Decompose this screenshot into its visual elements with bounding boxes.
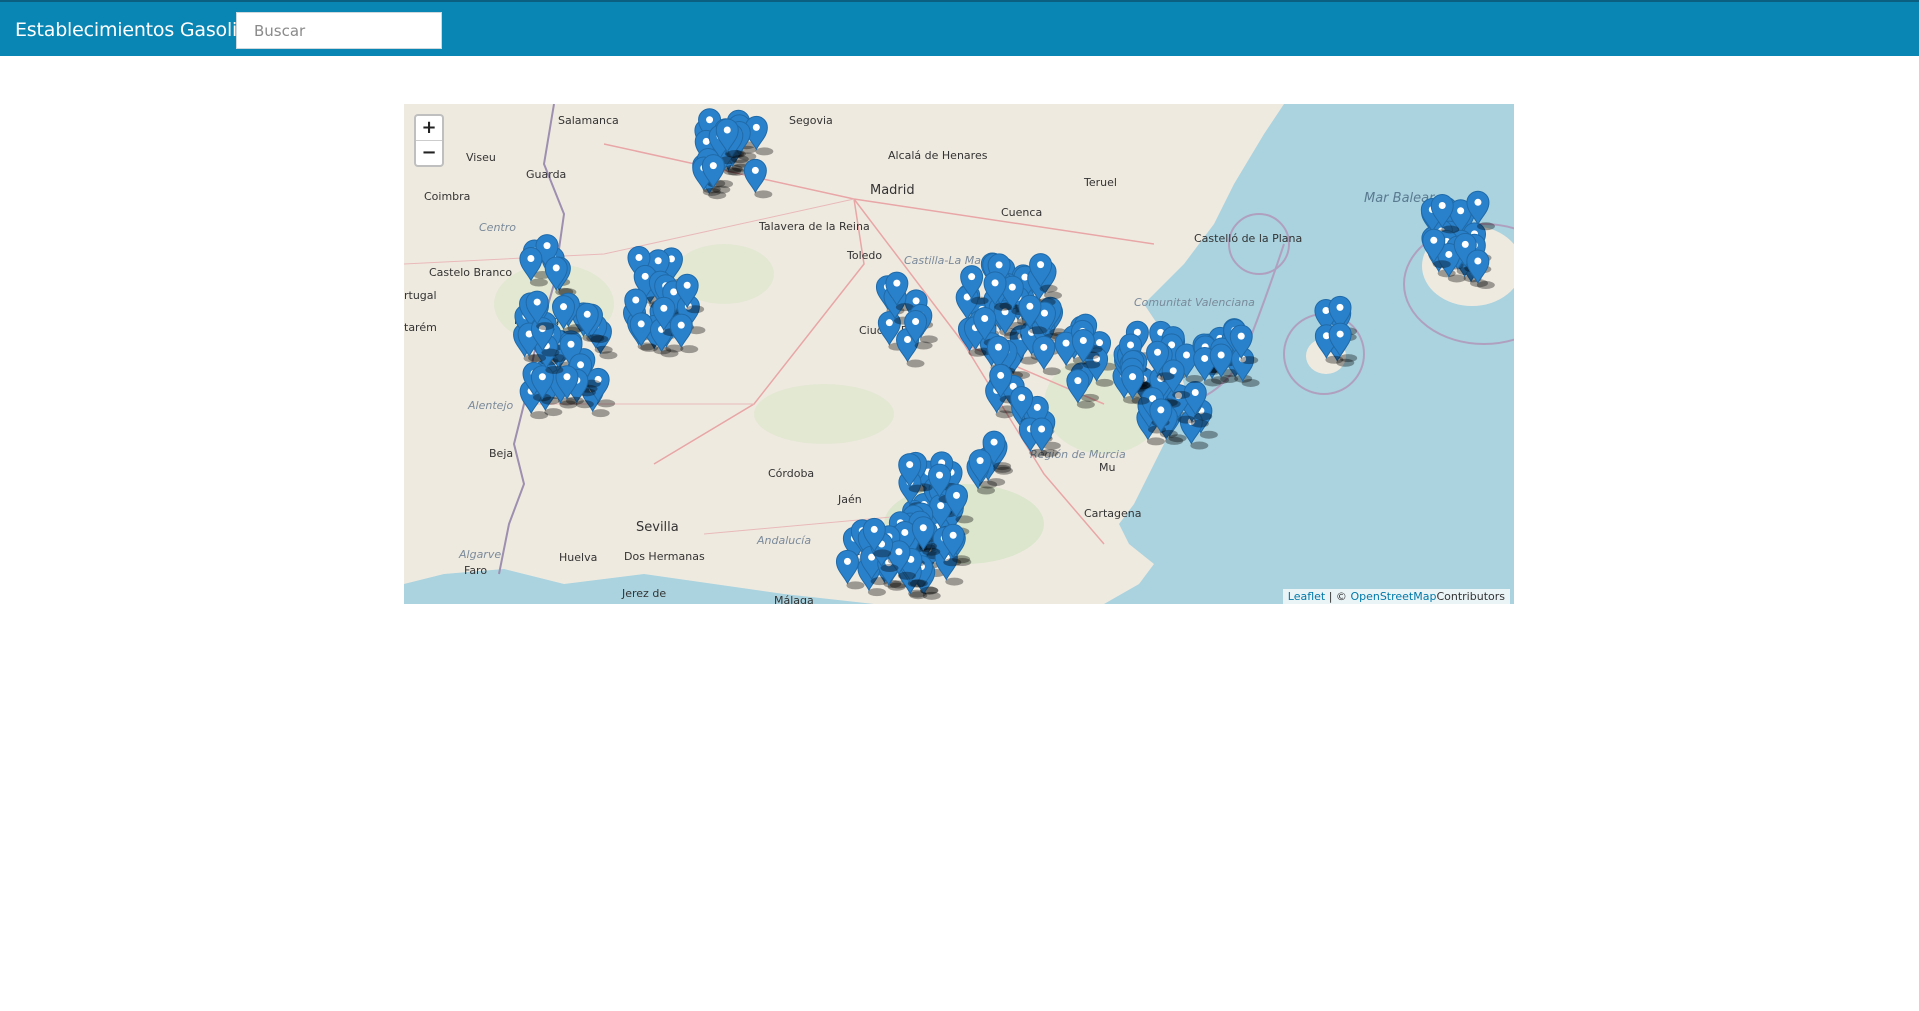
place-label: Toledo [846,249,882,262]
place-label: Sevilla [636,520,679,535]
place-label: Dos Hermanas [624,550,705,563]
place-label: Jerez de [621,587,666,600]
brand-prefix: Establecimientos [15,19,175,41]
zoom-in-button[interactable]: + [416,116,442,141]
place-label: Castelo Branco [429,266,512,279]
place-label: Mu [1099,461,1115,474]
place-label: tarém [404,321,437,334]
attribution-suffix: Contributors [1436,590,1505,603]
place-label: Córdoba [768,467,814,480]
place-label: Jaén [837,493,862,506]
zoom-out-button[interactable]: − [416,141,442,165]
map-attribution: Leaflet | © OpenStreetMapContributors [1282,589,1510,604]
place-label: Comunitat Valenciana [1134,296,1255,309]
place-label: Viseu [466,151,496,164]
place-label: Teruel [1083,176,1117,189]
place-label: rtugal [404,289,437,302]
osm-link[interactable]: OpenStreetMap [1350,590,1436,603]
search-input[interactable] [236,12,442,49]
place-label: Salamanca [558,114,619,127]
place-label: Cartagena [1084,507,1141,520]
attribution-separator: | © [1325,590,1351,603]
place-label: Faro [464,564,487,577]
place-label: Centro [479,221,516,234]
leaflet-link[interactable]: Leaflet [1288,590,1325,603]
zoom-control: + − [414,114,444,167]
place-label: Cuenca [1001,206,1042,219]
place-label: Algarve [458,548,501,561]
brand-title[interactable]: Establecimientos Gasolina [15,19,261,41]
place-label: Alcalá de Henares [888,149,988,162]
place-label: Beja [489,447,513,460]
place-label: Alentejo [467,399,513,412]
place-label: Madrid [870,183,915,198]
place-label: Talavera de la Reina [758,220,870,233]
place-label: Castelló de la Plana [1194,232,1302,245]
navbar: Establecimientos Gasolina [0,0,1919,56]
place-label: Andalucía [756,534,811,547]
place-label: Coimbra [424,190,470,203]
map-container[interactable]: Salamanca Segovia Viseu Guarda Alcalá de Hen… [404,104,1514,604]
place-label: Málaga [774,594,814,604]
place-label: Huelva [559,551,597,564]
gas-station-marker-icon[interactable] [743,158,773,199]
place-label: Guarda [526,168,566,181]
map-tiles: Salamanca Segovia Viseu Guarda Alcalá de Hen… [404,104,1514,604]
place-label: Segovia [789,114,833,127]
